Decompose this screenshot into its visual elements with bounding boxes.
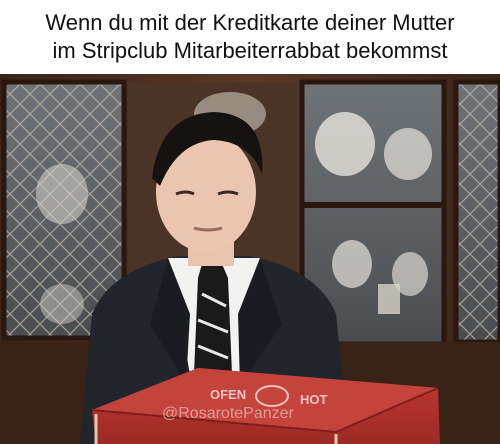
caption-line-2: im Stripclub Mitarbeiterrabbat bekommst — [52, 38, 448, 63]
box-print-right: HOT — [300, 392, 328, 407]
caption-line-1: Wenn du mit der Kreditkarte deiner Mutte… — [45, 10, 455, 35]
cabinet-door-far-right — [453, 79, 500, 345]
meme-caption: Wenn du mit der Kreditkarte deiner Mutte… — [0, 0, 500, 74]
meme-photo: OFEN HOT @RosarotePanzer — [0, 74, 500, 444]
box-print-left: OFEN — [210, 387, 246, 402]
meme: Wenn du mit der Kreditkarte deiner Mutte… — [0, 0, 500, 444]
watermark: @RosarotePanzer — [162, 405, 295, 422]
